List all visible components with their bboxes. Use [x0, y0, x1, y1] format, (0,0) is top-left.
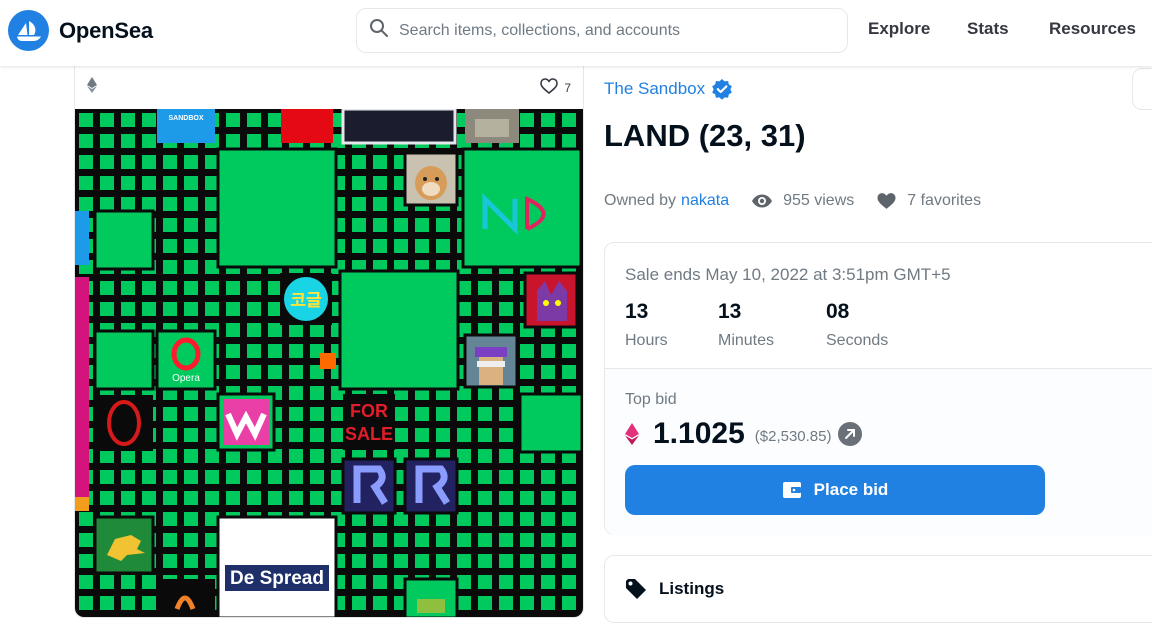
favorite-button[interactable]: 7	[540, 78, 571, 97]
opensea-logo-icon	[8, 10, 49, 51]
map-label-korean: 코글	[290, 291, 322, 311]
card-toolbar: 7	[75, 66, 583, 109]
verified-badge-icon	[711, 78, 733, 100]
countdown-seconds-label: Seconds	[826, 332, 889, 349]
collection-name: The Sandbox	[604, 79, 706, 98]
wallet-icon	[782, 481, 814, 499]
place-bid-button[interactable]: Place bid	[625, 465, 1045, 515]
bid-usd: ($2,530.85)	[754, 427, 832, 445]
land-map-image[interactable]: SANDBOX 코글 Opera FOR SALE De Spread	[75, 109, 584, 618]
search-input[interactable]	[399, 21, 829, 40]
search-icon	[369, 18, 389, 43]
heart-icon	[540, 78, 559, 97]
external-link-icon[interactable]	[837, 422, 862, 446]
collection-link[interactable]: The Sandbox	[604, 78, 733, 100]
top-header: OpenSea Explore Stats Resources	[0, 0, 1152, 66]
heart-icon	[876, 192, 907, 210]
countdown-minutes-label: Minutes	[718, 332, 775, 349]
map-label-sale: SALE	[345, 424, 393, 444]
countdown-hours: 13 Hours	[625, 300, 668, 350]
map-label-despread: De Spread	[230, 568, 324, 589]
favorites-stat[interactable]: 7 favorites	[876, 192, 981, 210]
asset-meta: Owned by nakata 955 views 7 favorites	[604, 192, 981, 210]
nav-explore[interactable]: Explore	[868, 19, 930, 39]
sale-end-text: Sale ends May 10, 2022 at 3:51pm GMT+5	[625, 265, 951, 284]
bid-section: Top bid 1.1025 ($2,530.85) Place bid	[605, 369, 1152, 535]
logo-text: OpenSea	[59, 17, 153, 43]
map-label-sandbox: SANDBOX	[168, 115, 203, 122]
place-bid-label: Place bid	[813, 480, 889, 499]
nav-stats[interactable]: Stats	[967, 19, 1009, 39]
ethereum-icon	[87, 77, 97, 98]
owner-link[interactable]: nakata	[681, 192, 729, 210]
countdown-hours-label: Hours	[625, 332, 668, 349]
countdown-seconds-value: 08	[826, 300, 850, 323]
listings-label: Listings	[659, 579, 725, 598]
ethereum-icon	[625, 423, 639, 445]
search-bar[interactable]	[356, 8, 848, 53]
map-label-opera: Opera	[172, 373, 200, 384]
countdown-seconds: 08 Seconds	[826, 300, 888, 350]
bid-amount: 1.1025	[653, 417, 745, 450]
views-count: 955 views	[783, 192, 855, 209]
countdown-minutes: 13 Minutes	[718, 300, 774, 350]
tag-icon	[625, 578, 647, 600]
asset-title: LAND (23, 31)	[604, 118, 806, 153]
countdown-hours-value: 13	[625, 300, 649, 323]
eye-icon	[751, 194, 783, 208]
opensea-logo[interactable]: OpenSea	[8, 10, 153, 51]
countdown-minutes-value: 13	[718, 300, 742, 323]
map-label-for: FOR	[350, 401, 388, 421]
sale-panel: Sale ends May 10, 2022 at 3:51pm GMT+5 1…	[604, 242, 1152, 535]
nav-resources[interactable]: Resources	[1049, 19, 1136, 39]
top-bid-label: Top bid	[625, 391, 677, 408]
owned-by-label: Owned by	[604, 192, 677, 209]
top-bid-price: 1.1025 ($2,530.85)	[625, 417, 862, 451]
favorites-count: 7 favorites	[907, 192, 982, 209]
views-stat: 955 views	[751, 192, 854, 210]
favorite-count: 7	[564, 80, 571, 95]
asset-image-card: 7 SANDBOX 코글 Opera FOR SALE De Spread	[74, 66, 584, 618]
more-options-button[interactable]	[1132, 68, 1152, 110]
listings-section[interactable]: Listings	[604, 555, 1152, 623]
